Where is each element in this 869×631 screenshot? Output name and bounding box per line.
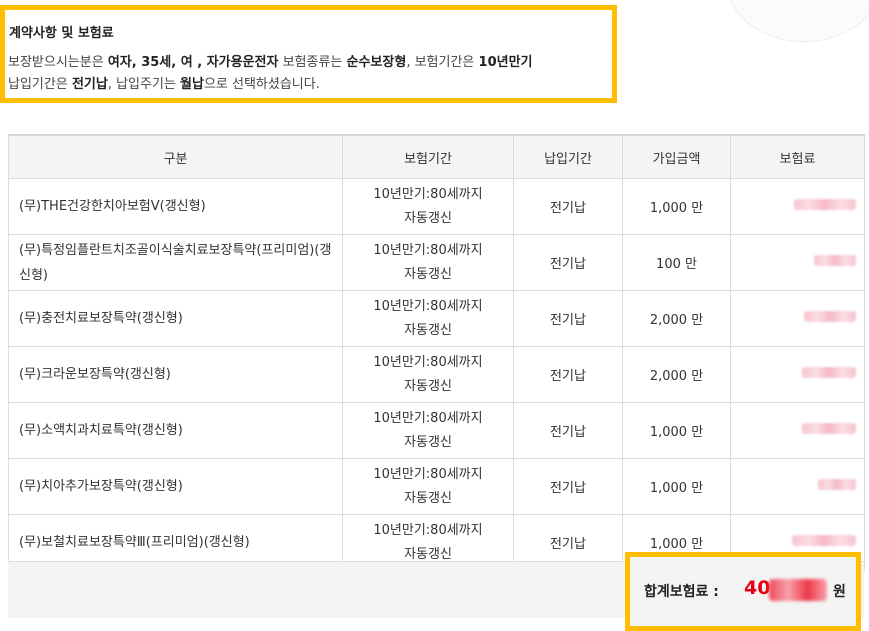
period-renewal: 자동갱신 (404, 210, 452, 226)
premium-cell (730, 178, 865, 235)
redacted-premium (802, 367, 856, 378)
header-category: 구분 (8, 134, 343, 179)
redacted-premium (802, 423, 856, 434)
redacted-total (769, 579, 827, 601)
payment-period: 전기납 (513, 346, 623, 403)
period-term: 10년만기:80세까지 (373, 186, 483, 202)
table-row: (무)크라운보장특약(갱신형) 10년만기:80세까지 자동갱신 전기납 2,000 만 (8, 346, 865, 403)
premium-cell (730, 458, 865, 515)
period-renewal: 자동갱신 (404, 378, 452, 394)
coverage-amount: 2,000 만 (622, 290, 731, 347)
coverage-name: (무)크라운보장특약(갱신형) (8, 346, 343, 403)
summary-segment: 순수보장형 (346, 55, 407, 70)
insurance-period: 10년만기:80세까지자동갱신 (342, 346, 514, 403)
redacted-premium (818, 479, 856, 490)
total-premium-value: 40 (744, 577, 771, 599)
coverage-name: (무)충전치료보장특약(갱신형) (8, 290, 343, 347)
summary-line-insured: 보장받으시는분은 여자, 35세, 여 , 자가용운전자 보험종류는 순수보장형… (8, 51, 533, 70)
period-renewal: 자동갱신 (404, 322, 452, 338)
period-term: 10년만기:80세까지 (373, 466, 483, 482)
coverage-name: (무)THE건강한치아보험V(갱신형) (8, 178, 343, 235)
period-renewal: 자동갱신 (404, 490, 452, 506)
payment-period: 전기납 (513, 234, 623, 291)
coverage-amount: 2,000 만 (622, 346, 731, 403)
summary-segment: 납입기간은 (8, 77, 72, 92)
redacted-premium (804, 311, 856, 322)
table-row: (무)소액치과치료특약(갱신형) 10년만기:80세까지 자동갱신 전기납 1,000 … (8, 402, 865, 459)
total-premium-unit: 원 (833, 584, 846, 600)
insurance-period: 10년만기:80세까지자동갱신 (342, 178, 514, 235)
insurance-period: 10년만기:80세까지자동갱신 (342, 402, 514, 459)
table-row: (무)특정임플란트치조골이식술치료보장특약(프리미엄)(갱신형) 10년만기:80… (8, 234, 865, 291)
table-row: (무)THE건강한치아보험V(갱신형) 10년만기:80세까지 자동갱신 전기납 1,0… (8, 178, 865, 235)
summary-segment: 월납 (180, 77, 204, 92)
table-row: (무)치아추가보장특약(갱신형) 10년만기:80세까지 자동갱신 전기납 1,000 … (8, 458, 865, 515)
coverage-amount: 100 만 (622, 234, 731, 291)
coverage-name: (무)치아추가보장특약(갱신형) (8, 458, 343, 515)
payment-period: 전기납 (513, 458, 623, 515)
insurance-period: 10년만기:80세까지자동갱신 (342, 290, 514, 347)
summary-line-payment: 납입기간은 전기납, 납입주기는 월납으로 선택하셨습니다. (8, 73, 320, 92)
table-row: (무)충전치료보장특약(갱신형) 10년만기:80세까지 자동갱신 전기납 2,000 … (8, 290, 865, 347)
period-term: 10년만기:80세까지 (373, 354, 483, 370)
period-term: 10년만기:80세까지 (373, 522, 483, 538)
header-insurance-period: 보험기간 (342, 134, 514, 179)
summary-segment: 보장받으시는분은 (8, 55, 108, 70)
coverage-table: 구분 보험기간 납입기간 가입금액 보험료 (무)THE건강한치아보험V(갱신형… (8, 134, 865, 571)
period-renewal: 자동갱신 (404, 434, 452, 450)
redacted-premium (794, 199, 856, 210)
summary-segment: 10년만기 (478, 55, 533, 70)
premium-cell (730, 234, 865, 291)
premium-cell (730, 402, 865, 459)
period-term: 10년만기:80세까지 (373, 410, 483, 426)
premium-cell (730, 346, 865, 403)
summary-title: 계약사항 및 보험료 (9, 26, 114, 41)
period-term: 10년만기:80세까지 (373, 298, 483, 314)
total-premium-label: 합계보험료 : (644, 584, 719, 600)
redacted-premium (792, 535, 856, 546)
period-term: 10년만기:80세까지 (373, 242, 483, 258)
summary-segment: , 납입주기는 (107, 77, 181, 92)
summary-segment: , 보험기간은 (406, 55, 479, 70)
period-renewal: 자동갱신 (404, 266, 452, 282)
total-premium-box: 합계보험료 : 40 원 (625, 552, 861, 631)
table-header-row: 구분 보험기간 납입기간 가입금액 보험료 (8, 134, 865, 179)
coverage-name: (무)소액치과치료특약(갱신형) (8, 402, 343, 459)
header-coverage-amount: 가입금액 (622, 134, 731, 179)
coverage-name: (무)특정임플란트치조골이식술치료보장특약(프리미엄)(갱신형) (8, 234, 343, 291)
summary-segment: 으로 선택하셨습니다. (203, 77, 320, 92)
header-payment-period: 납입기간 (513, 134, 623, 179)
contract-summary-box: 계약사항 및 보험료 보장받으시는분은 여자, 35세, 여 , 자가용운전자 … (0, 5, 617, 103)
payment-period: 전기납 (513, 402, 623, 459)
coverage-amount: 1,000 만 (622, 458, 731, 515)
coverage-amount: 1,000 만 (622, 178, 731, 235)
redacted-premium (814, 255, 856, 266)
premium-cell (730, 290, 865, 347)
insurance-period: 10년만기:80세까지자동갱신 (342, 458, 514, 515)
summary-segment: 전기납 (71, 77, 108, 92)
payment-period: 전기납 (513, 178, 623, 235)
coverage-amount: 1,000 만 (622, 402, 731, 459)
summary-segment: 보험종류는 (278, 55, 347, 70)
insurance-period: 10년만기:80세까지자동갱신 (342, 234, 514, 291)
background-seal-decoration (728, 0, 869, 42)
summary-segment: 여자, 35세, 여 , 자가용운전자 (107, 55, 279, 70)
header-premium: 보험료 (730, 134, 865, 179)
payment-period: 전기납 (513, 290, 623, 347)
